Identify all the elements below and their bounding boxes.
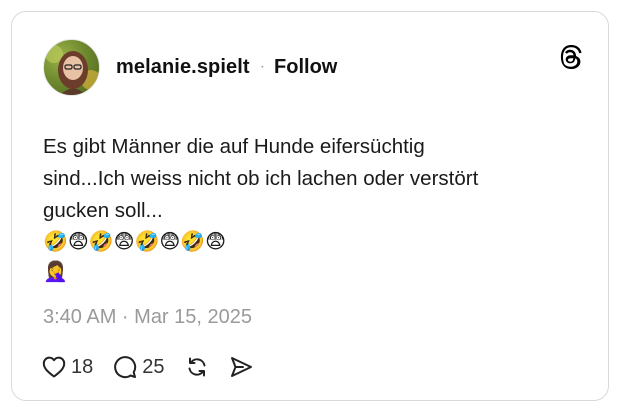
avatar[interactable] — [43, 38, 100, 96]
post-timestamp[interactable]: 3:40 AM · Mar 15, 2025 — [43, 306, 252, 329]
post-header: melanie.spielt · Follow — [43, 38, 337, 96]
post-text-line: Es gibt Männer die auf Hunde eifersüchti… — [43, 135, 425, 158]
username-link[interactable]: melanie.spielt — [116, 56, 250, 79]
share-button[interactable] — [229, 356, 253, 378]
like-count: 18 — [71, 355, 94, 378]
post-text-line: sind...Ich weiss nicht ob ich lachen ode… — [43, 167, 479, 190]
post-text-line: gucken soll... — [43, 199, 163, 222]
post-body: Es gibt Männer die auf Hunde eifersüchti… — [43, 131, 563, 287]
repost-icon — [188, 357, 205, 377]
reply-count: 25 — [142, 355, 165, 378]
separator-dot: · — [259, 58, 266, 75]
emoji-line: 🤣😨🤣😨🤣😨🤣😨 — [43, 231, 227, 253]
threads-logo-icon[interactable] — [558, 44, 584, 70]
like-button[interactable]: 18 — [42, 356, 93, 379]
follow-button[interactable]: Follow — [274, 56, 337, 79]
action-bar: 18 25 — [42, 355, 273, 379]
avatar-photo-icon — [45, 44, 99, 95]
repost-button[interactable] — [185, 355, 209, 379]
post-card: melanie.spielt · Follow Es gibt Männer d… — [11, 11, 609, 401]
heart-icon — [42, 356, 66, 378]
reply-button[interactable]: 25 — [113, 355, 165, 379]
send-icon — [230, 357, 252, 377]
emoji-line: 🤦‍♀️ — [43, 261, 68, 283]
comment-bubble-icon — [114, 356, 137, 379]
